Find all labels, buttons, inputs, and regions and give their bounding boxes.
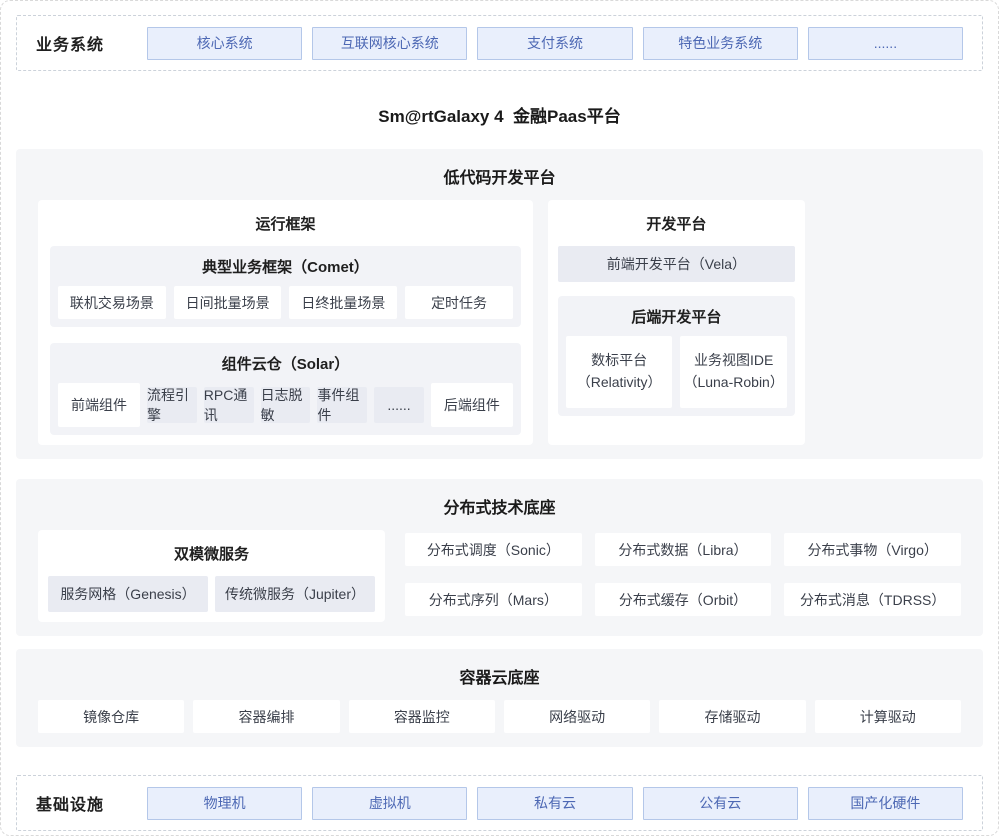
block-image-registry: 镜像仓库 bbox=[38, 700, 184, 733]
luna-robin-line1: 业务视图IDE bbox=[694, 350, 773, 372]
block-tdrss-messaging: 分布式消息（TDRSS） bbox=[784, 583, 961, 616]
solar-component-box: 组件云仓（Solar） 前端组件 流程引擎 RPC通讯 日志脱敏 事件组件 ..… bbox=[50, 343, 521, 435]
block-log-masking: 日志脱敏 bbox=[261, 387, 311, 423]
block-online-transaction: 联机交易场景 bbox=[58, 286, 166, 319]
block-daytime-batch: 日间批量场景 bbox=[174, 286, 282, 319]
block-jupiter-traditional-microservice: 传统微服务（Jupiter） bbox=[215, 576, 375, 612]
block-backend-components: 后端组件 bbox=[431, 383, 513, 427]
runtime-framework-title: 运行框架 bbox=[50, 200, 521, 246]
block-public-cloud: 公有云 bbox=[643, 787, 798, 820]
block-process-engine: 流程引擎 bbox=[147, 387, 197, 423]
block-vela-frontend-dev-platform: 前端开发平台（Vela） bbox=[558, 246, 795, 282]
block-luna-robin-business-view-ide: 业务视图IDE （Luna-Robin） bbox=[680, 336, 787, 408]
block-relativity-data-platform: 数标平台 （Relativity） bbox=[566, 336, 673, 408]
block-internet-core-system: 互联网核心系统 bbox=[312, 27, 467, 60]
business-systems-label: 业务系统 bbox=[36, 31, 104, 55]
block-private-cloud: 私有云 bbox=[477, 787, 632, 820]
block-sonic-scheduling: 分布式调度（Sonic） bbox=[405, 533, 582, 566]
container-cloud-section: 容器云底座 镜像仓库 容器编排 容器监控 网络驱动 存储驱动 计算驱动 bbox=[16, 649, 983, 747]
block-endofday-batch: 日终批量场景 bbox=[289, 286, 397, 319]
block-mars-sequence: 分布式序列（Mars） bbox=[405, 583, 582, 616]
block-virgo-transaction: 分布式事物（Virgo） bbox=[784, 533, 961, 566]
container-cloud-title: 容器云底座 bbox=[38, 649, 961, 700]
block-libra-data: 分布式数据（Libra） bbox=[595, 533, 772, 566]
platform-title: Sm@rtGalaxy 4 金融Paas平台 bbox=[16, 102, 983, 127]
block-featured-business-system: 特色业务系统 bbox=[643, 27, 798, 60]
lowcode-platform-title: 低代码开发平台 bbox=[38, 149, 961, 200]
block-container-monitoring: 容器监控 bbox=[349, 700, 495, 733]
block-orbit-cache: 分布式缓存（Orbit） bbox=[595, 583, 772, 616]
block-compute-driver: 计算驱动 bbox=[815, 700, 961, 733]
block-core-system: 核心系统 bbox=[147, 27, 302, 60]
relativity-line2: （Relativity） bbox=[577, 372, 662, 394]
luna-robin-line2: （Luna-Robin） bbox=[683, 372, 783, 394]
block-network-driver: 网络驱动 bbox=[504, 700, 650, 733]
block-event-components: 事件组件 bbox=[317, 387, 367, 423]
block-physical-machine: 物理机 bbox=[147, 787, 302, 820]
dual-mode-microservice-title: 双模微服务 bbox=[48, 530, 375, 576]
dev-platform-box: 开发平台 前端开发平台（Vela） 后端开发平台 数标平台 （Relativit… bbox=[548, 200, 805, 445]
block-payment-system: 支付系统 bbox=[477, 27, 632, 60]
block-storage-driver: 存储驱动 bbox=[659, 700, 805, 733]
block-container-orchestration: 容器编排 bbox=[193, 700, 339, 733]
backend-dev-platform-box: 后端开发平台 数标平台 （Relativity） 业务视图IDE （Luna-R… bbox=[558, 296, 795, 416]
runtime-framework-box: 运行框架 典型业务框架（Comet） 联机交易场景 日间批量场景 日终批量场景 … bbox=[38, 200, 533, 445]
block-genesis-service-mesh: 服务网格（Genesis） bbox=[48, 576, 208, 612]
relativity-line1: 数标平台 bbox=[591, 350, 647, 372]
block-virtual-machine: 虚拟机 bbox=[312, 787, 467, 820]
block-scheduled-task: 定时任务 bbox=[405, 286, 513, 319]
solar-component-title: 组件云仓（Solar） bbox=[58, 343, 513, 383]
distributed-base-title: 分布式技术底座 bbox=[38, 479, 961, 530]
business-systems-row: 业务系统 核心系统 互联网核心系统 支付系统 特色业务系统 ...... bbox=[16, 15, 983, 71]
dual-mode-microservice-box: 双模微服务 服务网格（Genesis） 传统微服务（Jupiter） bbox=[38, 530, 385, 622]
block-rpc-communication: RPC通讯 bbox=[204, 387, 254, 423]
comet-framework-title: 典型业务框架（Comet） bbox=[58, 246, 513, 286]
block-frontend-components: 前端组件 bbox=[58, 383, 140, 427]
lowcode-platform-section: 低代码开发平台 运行框架 典型业务框架（Comet） 联机交易场景 日间批量场景… bbox=[16, 149, 983, 459]
infrastructure-label: 基础设施 bbox=[36, 791, 104, 815]
block-more-systems: ...... bbox=[808, 27, 963, 60]
block-more-components: ...... bbox=[374, 387, 424, 423]
distributed-base-section: 分布式技术底座 双模微服务 服务网格（Genesis） 传统微服务（Jupite… bbox=[16, 479, 983, 636]
architecture-diagram: 业务系统 核心系统 互联网核心系统 支付系统 特色业务系统 ...... Sm@… bbox=[0, 0, 999, 836]
block-domestic-hardware: 国产化硬件 bbox=[808, 787, 963, 820]
backend-dev-platform-title: 后端开发平台 bbox=[566, 296, 787, 336]
infrastructure-row: 基础设施 物理机 虚拟机 私有云 公有云 国产化硬件 bbox=[16, 775, 983, 831]
dev-platform-title: 开发平台 bbox=[558, 200, 795, 246]
comet-framework-box: 典型业务框架（Comet） 联机交易场景 日间批量场景 日终批量场景 定时任务 bbox=[50, 246, 521, 327]
